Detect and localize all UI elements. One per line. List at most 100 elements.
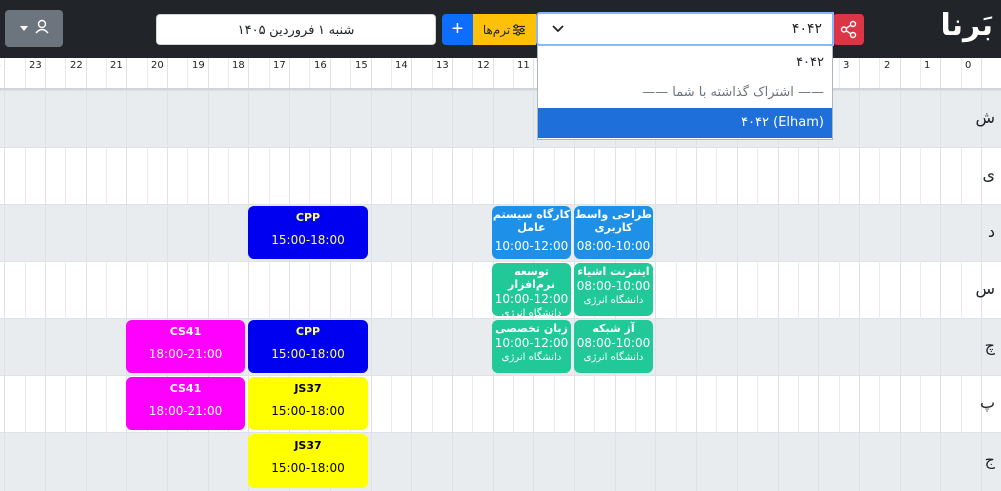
day-label-tue: س (975, 279, 995, 298)
event-card[interactable]: اینترنت اشیاء 08:00-10:00 دانشگاه انرژی (574, 263, 653, 316)
grid-line (391, 58, 392, 491)
term-dropdown-menu: ۴۰۴۲ —— اشتراک گذاشته با شما —— (Elham) … (537, 45, 833, 140)
user-menu-button[interactable] (5, 10, 63, 47)
top-navbar: بَرنا ۴۰۴۲ (0, 0, 1001, 58)
event-time: 08:00-10:00 (576, 279, 651, 293)
event-title: طراحی واسط کاربری (574, 208, 653, 234)
hour-label: 20 (151, 60, 164, 71)
event-location: دانشگاه انرژی (501, 352, 562, 363)
day-label-sun: ی (982, 165, 995, 184)
event-card[interactable]: CS41 18:00-21:00 (126, 377, 245, 430)
terms-button-label: ترم‌ها (482, 22, 511, 37)
header-divider (0, 88, 1001, 90)
grid-line (45, 58, 46, 491)
grid-line (452, 58, 453, 491)
event-time: 10:00-12:00 (494, 336, 569, 350)
grid-line (879, 58, 880, 491)
event-title: JS37 (294, 382, 322, 395)
event-card[interactable]: CPP 15:00-18:00 (248, 320, 368, 373)
hour-label: 13 (436, 60, 449, 71)
hour-label: 12 (477, 60, 490, 71)
day-label-sat: ش (975, 108, 995, 127)
event-title: زبان تخصصی (495, 322, 568, 335)
event-card[interactable]: JS37 15:00-18:00 (248, 434, 368, 488)
term-select[interactable]: ۴۰۴۲ (536, 12, 834, 46)
day-label-thu: پ (979, 393, 995, 412)
hour-label: 24 (0, 60, 1, 71)
sliders-icon (513, 23, 526, 36)
hour-label: 19 (192, 60, 205, 71)
calendar-app: 0123456789101112131415161718192021222324… (0, 0, 1001, 491)
event-location: دانشگاه انرژی (583, 295, 644, 306)
grid-line (371, 58, 372, 491)
dropdown-item-selected[interactable]: (Elham) ۴۰۴۲ (538, 108, 832, 138)
grid-line (859, 58, 860, 491)
event-card[interactable]: CS41 18:00-21:00 (126, 320, 245, 373)
event-card[interactable]: زبان تخصصی 10:00-12:00 دانشگاه انرژی (492, 320, 571, 373)
grid-line (900, 58, 901, 491)
hour-label: 14 (395, 60, 408, 71)
date-picker-button[interactable]: شنبه ۱ فروردین ۱۴۰۵ (156, 14, 436, 45)
share-icon (840, 20, 857, 39)
event-time: 15:00-18:00 (271, 233, 345, 247)
brand-logo[interactable]: بَرنا (941, 6, 993, 46)
hour-label: 22 (70, 60, 83, 71)
event-time: 15:00-18:00 (271, 404, 345, 418)
day-label-fri: ج (984, 450, 995, 469)
day-row-sun (0, 147, 1001, 204)
term-select-value: ۴۰۴۲ (791, 21, 822, 37)
event-time: 15:00-18:00 (271, 461, 345, 475)
event-title: JS37 (294, 439, 322, 452)
grid-line (411, 58, 412, 491)
day-row-sat (0, 90, 1001, 147)
event-time: 18:00-21:00 (148, 347, 223, 361)
share-button[interactable] (833, 14, 864, 45)
event-time: 08:00-10:00 (576, 336, 651, 350)
grid-line (25, 58, 26, 491)
add-button[interactable]: + (442, 14, 473, 45)
event-title: CS41 (169, 382, 202, 395)
grid-line (472, 58, 473, 491)
event-location: دانشگاه انرژی (583, 352, 644, 363)
grid-line (4, 58, 5, 491)
event-card[interactable]: آز شبکه 08:00-10:00 دانشگاه انرژی (574, 320, 653, 373)
event-time: 18:00-21:00 (148, 404, 223, 418)
event-card[interactable]: CPP 15:00-18:00 (248, 206, 368, 259)
grid-line (432, 58, 433, 491)
event-time: 10:00-12:00 (494, 292, 569, 306)
hour-label: 1 (924, 60, 931, 71)
event-title: اینترنت اشیاء (577, 265, 650, 278)
hour-label: 0 (965, 60, 972, 71)
day-label-mon: د (987, 222, 995, 241)
event-time: 15:00-18:00 (271, 347, 345, 361)
grid-line (920, 58, 921, 491)
day-label-wed: چ (984, 336, 995, 355)
hour-label: 2 (884, 60, 891, 71)
chevron-down-icon (552, 25, 564, 33)
grid-line (940, 58, 941, 491)
grid-line (839, 58, 840, 491)
event-card[interactable]: کارگاه سیستم عامل 10:00-12:00 (492, 206, 571, 259)
event-time: 10:00-12:00 (494, 239, 569, 253)
event-card[interactable]: طراحی واسط کاربری 08:00-10:00 (574, 206, 653, 259)
hour-label: 23 (29, 60, 42, 71)
day-row-fri (0, 432, 1001, 491)
event-title: توسعه نرم‌افزار (508, 265, 555, 291)
event-title: CPP (295, 325, 321, 338)
terms-button[interactable]: ترم‌ها (473, 14, 536, 45)
grid-line (86, 58, 87, 491)
grid-line (106, 58, 107, 491)
dropdown-item[interactable]: ۴۰۴۲ (538, 48, 832, 78)
dropdown-group-header: —— اشتراک گذاشته با شما —— (642, 85, 824, 100)
user-icon (20, 19, 49, 34)
event-time: 08:00-10:00 (576, 239, 651, 253)
hour-label: 15 (355, 60, 368, 71)
event-card[interactable]: توسعه نرم‌افزار 10:00-12:00 دانشگاه انرژ… (492, 263, 571, 316)
event-location: دانشگاه انرژی (501, 308, 562, 316)
hour-label: 16 (314, 60, 327, 71)
event-card[interactable]: JS37 15:00-18:00 (248, 377, 368, 430)
grid-line (65, 58, 66, 491)
hour-label: 18 (232, 60, 245, 71)
hour-label: 21 (110, 60, 123, 71)
event-title: CS41 (169, 325, 202, 338)
